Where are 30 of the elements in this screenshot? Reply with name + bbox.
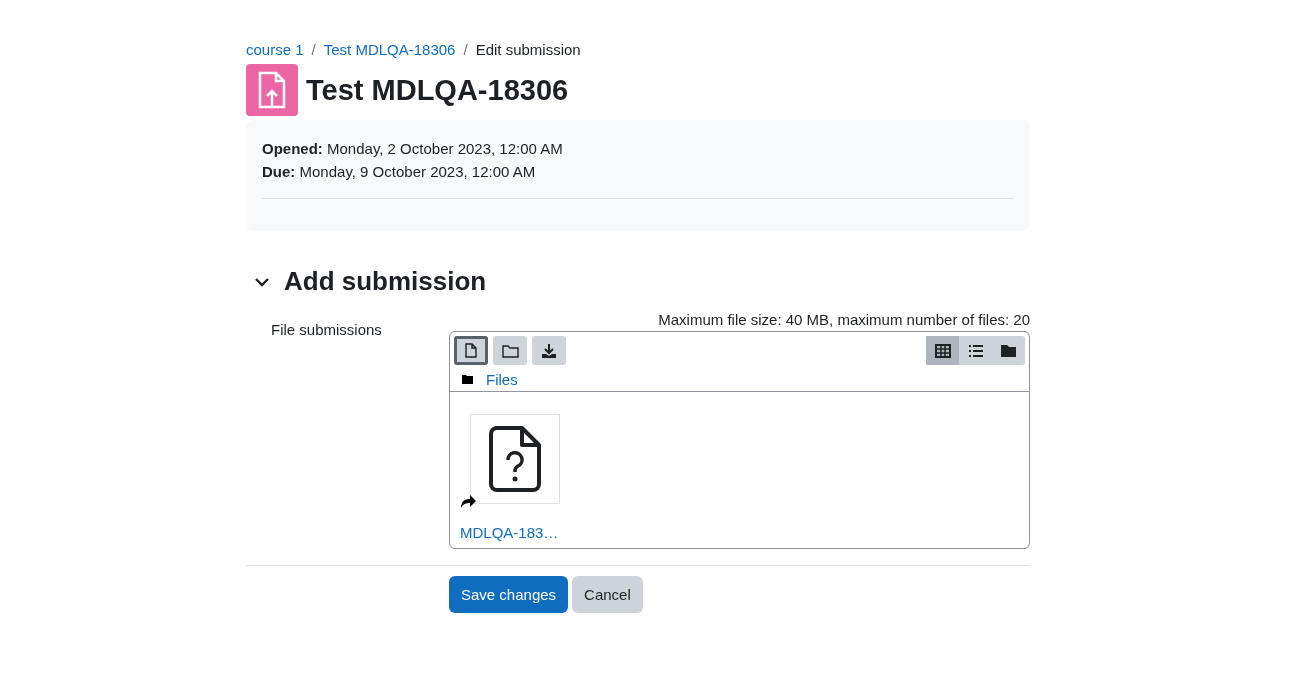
field-label: File submissions xyxy=(271,321,382,338)
list-icon xyxy=(967,343,984,358)
add-file-button[interactable] xyxy=(454,336,488,365)
download-button[interactable] xyxy=(532,336,566,365)
unknown-file-icon xyxy=(488,425,542,493)
file-thumbnail[interactable] xyxy=(470,414,560,504)
breadcrumb-current: Edit submission xyxy=(475,40,581,58)
date-line: Opened: Monday, 2 October 2023, 12:00 AM xyxy=(262,139,564,159)
folder-icon xyxy=(462,375,473,384)
grid-view-button[interactable] xyxy=(926,336,959,365)
breadcrumb-separator: / xyxy=(311,40,316,58)
folder-icon xyxy=(501,343,519,358)
chevron-icon[interactable] xyxy=(254,276,270,287)
assignment-icon xyxy=(246,64,298,116)
breadcrumb-link[interactable]: Test MDLQA-18306 xyxy=(323,40,456,58)
file-icon xyxy=(465,343,477,358)
new-folder-button[interactable] xyxy=(493,336,527,365)
grid-icon xyxy=(934,343,951,358)
breadcrumb-link[interactable]: course 1 xyxy=(246,40,304,58)
breadcrumb-separator: / xyxy=(463,40,468,58)
file-limits: Maximum file size: 40 MB, maximum number of files: 20 xyxy=(658,311,1030,328)
date-line: Due: Monday, 9 October 2023, 12:00 AM xyxy=(262,162,537,182)
cancel-button[interactable]: Cancel xyxy=(572,576,643,613)
page-title: Test MDLQA-18306 xyxy=(306,73,569,107)
file-name-link[interactable]: MDLQA-183… xyxy=(460,524,570,541)
folder-icon xyxy=(1000,343,1017,358)
path-link[interactable]: Files xyxy=(486,371,518,388)
download-icon xyxy=(541,342,557,359)
section-heading: Add submission xyxy=(284,266,487,297)
save-button[interactable]: Save changes xyxy=(449,576,569,613)
